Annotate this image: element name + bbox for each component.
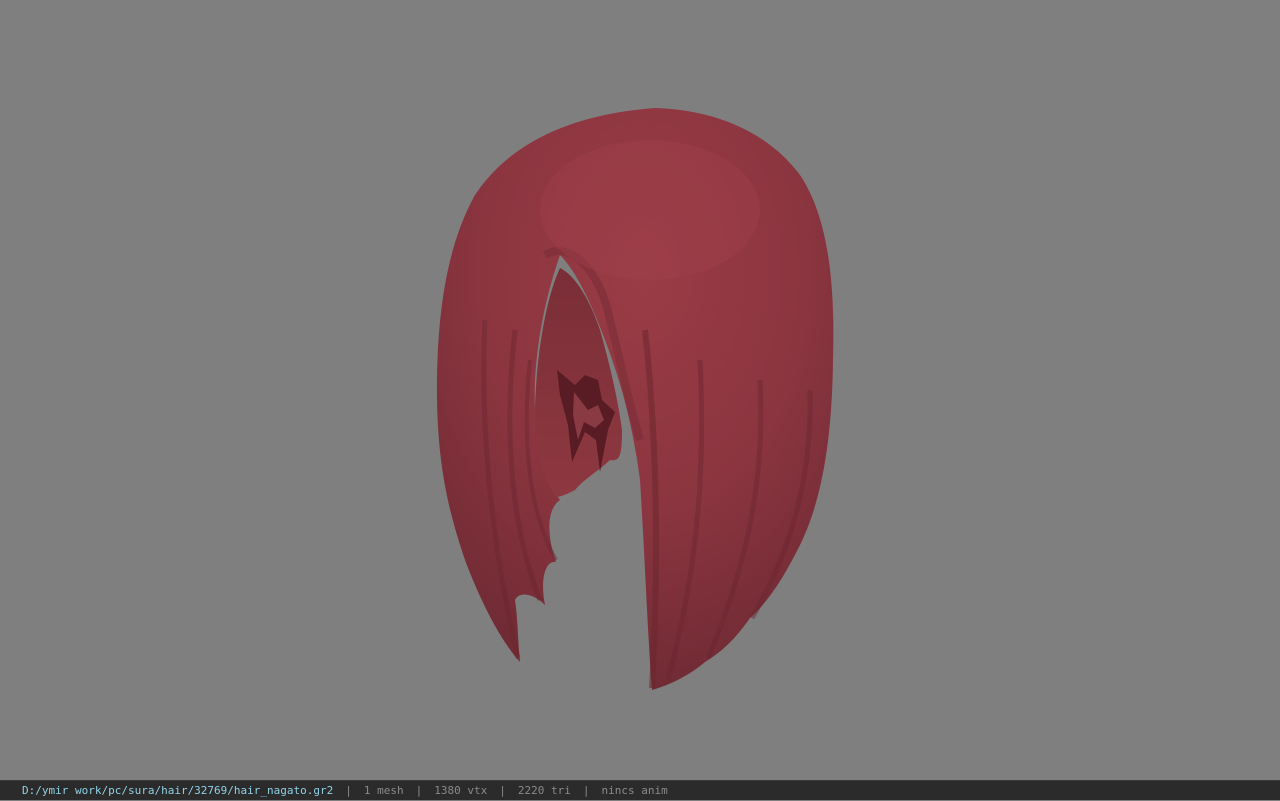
status-bar: D:/ymir work/pc/sura/hair/32769/hair_nag… (0, 780, 1280, 800)
separator: | (499, 783, 506, 797)
vertex-count: 1380 vtx (434, 783, 488, 797)
3d-viewport[interactable] (0, 0, 1280, 780)
hair-model (436, 108, 834, 690)
mesh-count: 1 mesh (363, 783, 404, 797)
triangle-count: 2220 tri (517, 783, 571, 797)
separator: | (415, 783, 423, 797)
separator: | (345, 783, 352, 797)
separator: | (582, 783, 590, 797)
anim-status: nincs anim (601, 783, 668, 797)
file-path: D:/ymir work/pc/sura/hair/32769/hair_nag… (22, 783, 334, 797)
